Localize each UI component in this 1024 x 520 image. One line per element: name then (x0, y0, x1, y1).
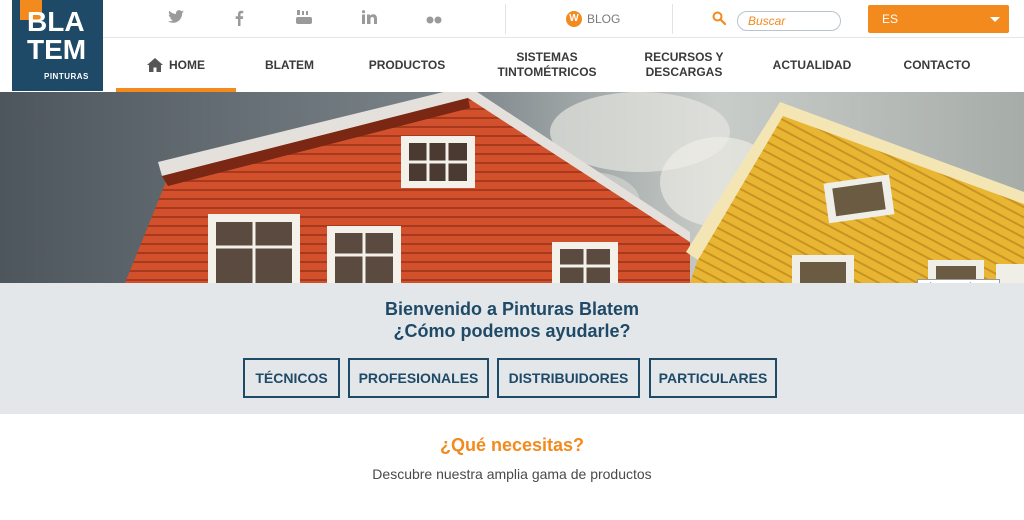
nav-item-actualidad[interactable]: ACTUALIDAD (753, 38, 871, 92)
blog-link[interactable]: W BLOG (566, 11, 620, 27)
language-value: ES (882, 12, 899, 26)
nav-item-label: TINTOMÉTRICOS (497, 65, 597, 79)
search-input[interactable] (737, 11, 841, 31)
welcome-title: Bienvenido a Pinturas Blatem (384, 299, 640, 319)
language-select[interactable]: ES (868, 5, 1009, 33)
topbar-divider (505, 4, 506, 34)
twitter-icon[interactable] (167, 10, 185, 28)
main-nav: HOME BLATEM PRODUCTOS SISTEMAS TINTOMÉTRI… (103, 38, 1024, 92)
flickr-icon[interactable] (425, 10, 443, 28)
nav-item-label: DESCARGAS (645, 65, 723, 79)
tecnicos-button[interactable]: TÉCNICOS (243, 358, 340, 398)
search-icon[interactable] (712, 11, 727, 26)
nav-item-sistemas-tintometricos[interactable]: SISTEMAS TINTOMÉTRICOS (483, 38, 611, 92)
youtube-icon[interactable] (295, 10, 313, 28)
nav-item-label: PRODUCTOS (368, 57, 446, 72)
hero-houses-image (0, 92, 1024, 283)
topbar-divider (672, 4, 673, 34)
chevron-down-icon (990, 17, 1000, 22)
top-bar: W BLOG ES (103, 0, 1024, 38)
facebook-icon[interactable] (230, 10, 248, 28)
nav-item-recursos-descargas[interactable]: RECURSOS Y DESCARGAS (623, 38, 745, 92)
blatem-logo[interactable]: BLA TEM PINTURAS (12, 0, 103, 91)
home-icon (147, 58, 163, 72)
logo-text-line2: TEM (27, 34, 87, 65)
hero-banner (0, 92, 1024, 283)
welcome-panel: Bienvenido a Pinturas Blatem ¿Cómo podem… (0, 283, 1024, 414)
blog-label: BLOG (587, 12, 621, 26)
nav-item-label: BLATEM (264, 57, 315, 72)
wordpress-icon: W (566, 11, 582, 27)
nav-item-productos[interactable]: PRODUCTOS (343, 38, 471, 92)
linkedin-icon[interactable] (360, 10, 378, 28)
section-description: Descubre nuestra amplia gama de producto… (372, 466, 652, 482)
nav-item-contacto[interactable]: CONTACTO (879, 38, 995, 92)
particulares-button[interactable]: PARTICULARES (649, 358, 777, 398)
nav-item-label-wrap: RECURSOS Y DESCARGAS (644, 50, 723, 80)
nav-item-label: SISTEMAS (516, 50, 578, 64)
logo-text-line1: BLA (27, 6, 85, 37)
nav-item-blatem[interactable]: BLATEM (236, 38, 343, 92)
nav-item-label: ACTUALIDAD (772, 57, 852, 72)
section-heading: ¿Qué necesitas? (439, 435, 585, 455)
logo-subtitle: PINTURAS (44, 72, 89, 81)
distribuidores-button[interactable]: DISTRIBUIDORES (497, 358, 640, 398)
nav-item-label: HOME (169, 57, 205, 72)
nav-item-home[interactable]: HOME (116, 38, 236, 92)
profesionales-button[interactable]: PROFESIONALES (348, 358, 489, 398)
nav-item-label-wrap: SISTEMAS TINTOMÉTRICOS (497, 50, 596, 80)
welcome-subtitle: ¿Cómo podemos ayudarle? (393, 321, 631, 341)
nav-item-label: CONTACTO (903, 57, 971, 72)
nav-item-label: RECURSOS Y (644, 50, 724, 64)
